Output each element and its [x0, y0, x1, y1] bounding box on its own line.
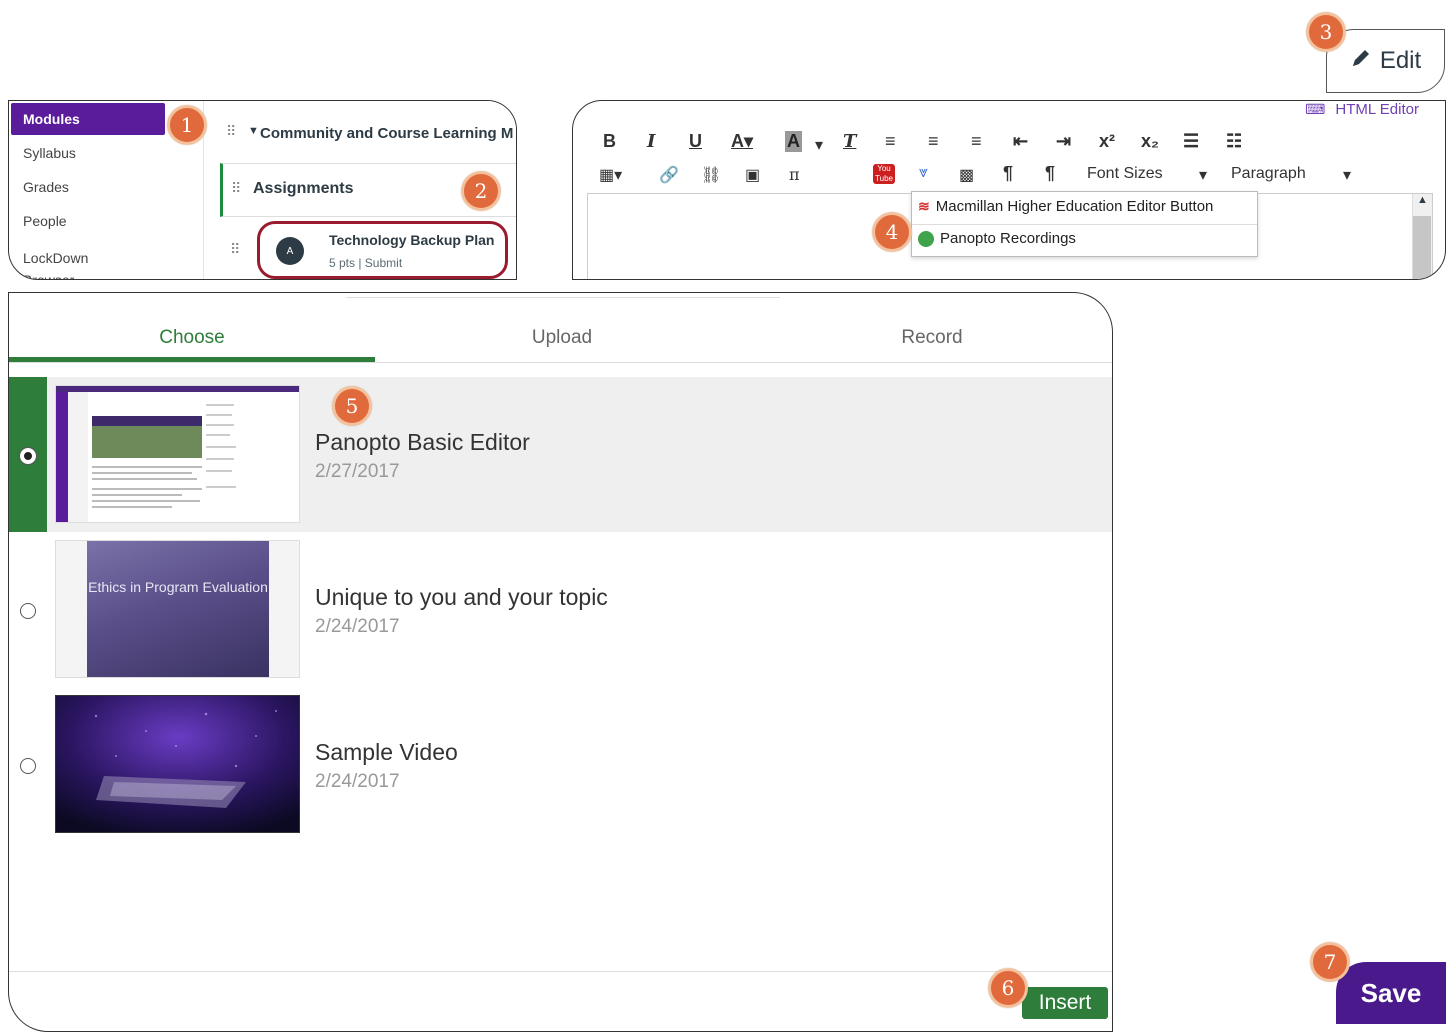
text-color-icon[interactable]: A▾ [731, 131, 753, 152]
caret-down-icon[interactable]: ▼ [248, 125, 259, 137]
superscript-icon[interactable]: x² [1099, 131, 1115, 152]
tab-upload[interactable]: Upload [379, 327, 745, 349]
step-badge-3: 3 [1306, 12, 1346, 52]
step-badge-6: 6 [988, 968, 1028, 1008]
dropdown-item-panopto-recordings[interactable]: Panopto Recordings [918, 230, 1076, 247]
video-radio[interactable] [20, 603, 36, 619]
nav-item-modules[interactable]: Modules [11, 103, 165, 135]
step-badge-7: 7 [1310, 942, 1350, 982]
video-row[interactable]: Panopto Basic Editor 2/27/2017 [9, 377, 1112, 532]
step-badge-5: 5 [332, 386, 372, 426]
numbered-list-icon[interactable]: ☷ [1226, 131, 1242, 152]
video-date: 2/27/2017 [315, 461, 400, 482]
tab-record[interactable]: Record [749, 327, 1112, 349]
video-title: Panopto Basic Editor [315, 429, 530, 455]
module-title: Community and Course Learning M [260, 125, 514, 142]
divider [9, 971, 1112, 972]
background-color-icon[interactable]: A [785, 131, 802, 152]
bold-icon[interactable]: B [603, 131, 616, 152]
drag-handle-icon[interactable]: ⠿ [231, 180, 241, 197]
paragraph-select[interactable]: Paragraph [1231, 165, 1306, 183]
nav-item-syllabus[interactable]: Syllabus [23, 145, 76, 161]
caret-down-icon[interactable]: ▾ [1343, 165, 1351, 185]
assignments-label: Assignments [253, 180, 354, 197]
caret-down-icon[interactable]: ▾ [1199, 165, 1207, 185]
drag-handle-icon[interactable]: ⠿ [230, 241, 240, 258]
video-radio[interactable] [20, 448, 36, 464]
video-thumbnail [55, 695, 300, 833]
macmillan-icon: ≋ [918, 198, 930, 214]
indent-icon[interactable]: ⇥ [1056, 131, 1071, 152]
step-badge-2: 2 [461, 171, 501, 211]
video-row[interactable]: Sample Video 2/24/2017 [9, 687, 1112, 842]
nav-item-grades[interactable]: Grades [23, 179, 69, 195]
video-date: 2/24/2017 [315, 616, 400, 637]
html-editor-label: HTML Editor [1335, 101, 1419, 118]
step-badge-4: 4 [872, 212, 912, 252]
underline-icon[interactable]: U [689, 131, 702, 152]
video-date: 2/24/2017 [315, 771, 400, 792]
nav-item-people[interactable]: People [23, 213, 67, 229]
media-icon[interactable]: ▩ [959, 165, 974, 185]
outdent-icon[interactable]: ⇤ [1013, 131, 1028, 152]
rtl-icon[interactable]: ¶ [1045, 163, 1055, 184]
dropdown-item-label: Panopto Recordings [940, 230, 1076, 247]
table-icon[interactable]: ▦▾ [599, 165, 622, 185]
keyboard-icon: ⌨ [1305, 101, 1326, 117]
html-editor-link[interactable]: ⌨ HTML Editor [1305, 101, 1419, 118]
pencil-icon [1350, 47, 1372, 76]
divider [9, 362, 1112, 363]
video-title: Sample Video [315, 739, 458, 765]
youtube-icon[interactable]: You Tube [873, 164, 895, 184]
ltr-icon[interactable]: ¶ [1003, 163, 1013, 184]
save-button[interactable]: Save [1336, 962, 1446, 1024]
clear-formatting-icon[interactable]: T [843, 131, 856, 152]
dropdown-item-macmillan[interactable]: ≋ Macmillan Higher Education Editor Butt… [918, 198, 1213, 215]
subscript-icon[interactable]: x₂ [1141, 131, 1159, 152]
assignment-icon: A [276, 237, 304, 265]
assignment-title[interactable]: Technology Backup Plan [329, 232, 494, 248]
video-thumbnail: Ethics in Program Evaluation [55, 540, 300, 678]
divider [346, 297, 780, 298]
rich-content-editor: ⌨ HTML Editor B I U A▾ A ▾ T ≡ ≡ ≡ ⇤ ⇥ x… [572, 100, 1446, 280]
drag-handle-icon[interactable]: ⠿ [226, 123, 236, 140]
editor-scrollbar[interactable]: ▲ [1412, 194, 1432, 279]
unlink-icon[interactable]: ⛓ [701, 165, 721, 185]
nav-item-lockdown-browser[interactable]: LockDown Browser [23, 247, 133, 279]
panopto-chooser: Choose Upload Record Panopto Basic Edito… [8, 292, 1113, 1032]
assignment-item-technology-backup-plan[interactable]: A Technology Backup Plan 5 pts | Submit [257, 221, 508, 279]
thumbnail-text: Ethics in Program Evaluation [88, 579, 268, 595]
thumbnail-slide: Ethics in Program Evaluation [87, 541, 269, 677]
video-row[interactable]: Ethics in Program Evaluation Unique to y… [9, 532, 1112, 687]
step-badge-1: 1 [167, 105, 207, 145]
divider [912, 224, 1257, 225]
italic-icon[interactable]: I [647, 131, 655, 152]
video-thumbnail [55, 385, 300, 523]
external-tools-dropdown: ≋ Macmillan Higher Education Editor Butt… [911, 191, 1258, 257]
scroll-up-icon[interactable]: ▲ [1417, 194, 1428, 206]
align-left-icon[interactable]: ≡ [885, 131, 896, 152]
panopto-icon [918, 230, 934, 247]
align-center-icon[interactable]: ≡ [928, 131, 939, 152]
video-radio[interactable] [20, 758, 36, 774]
course-modules-panel: Modules Syllabus Grades People LockDown … [8, 100, 517, 280]
math-icon[interactable]: π [789, 165, 800, 184]
caret-down-icon[interactable]: ▾ [815, 135, 823, 155]
module-header[interactable]: ⠿ ▼ Community and Course Learning M [204, 101, 516, 163]
chevron-down-icon[interactable]: ⩔ [919, 164, 928, 182]
bullet-list-icon[interactable]: ☰ [1183, 131, 1199, 152]
font-sizes-select[interactable]: Font Sizes [1087, 165, 1163, 183]
edit-label: Edit [1379, 47, 1422, 74]
insert-button[interactable]: Insert [1022, 987, 1108, 1019]
assignment-meta: 5 pts | Submit [329, 256, 403, 270]
align-right-icon[interactable]: ≡ [971, 131, 982, 152]
tab-choose[interactable]: Choose [9, 327, 375, 349]
dropdown-item-label: Macmillan Higher Education Editor Button [935, 198, 1214, 215]
link-icon[interactable]: 🔗 [659, 165, 679, 185]
image-icon[interactable]: ▣ [745, 165, 760, 185]
scrollbar-thumb[interactable] [1413, 216, 1431, 279]
video-title: Unique to you and your topic [315, 584, 608, 610]
